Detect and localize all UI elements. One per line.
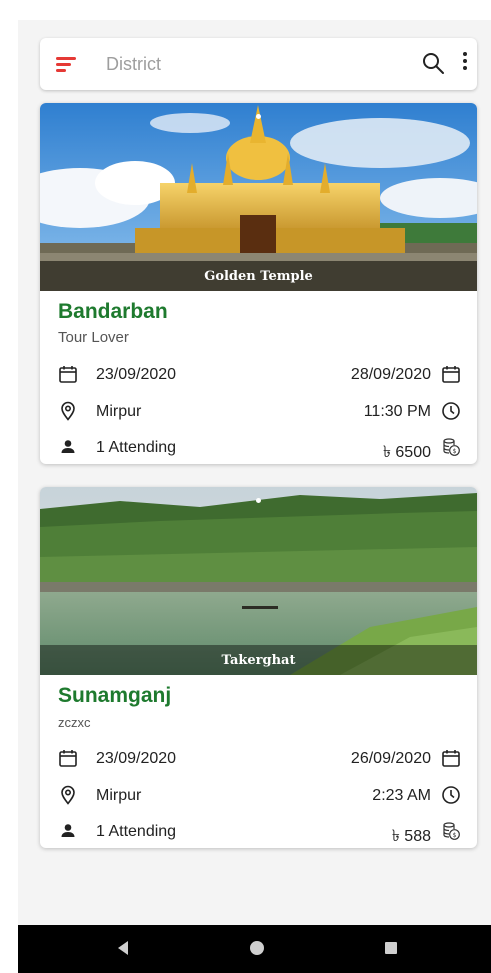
person-icon <box>61 440 75 453</box>
search-input[interactable] <box>106 53 396 75</box>
calendar-icon <box>59 750 77 767</box>
location-text: Mirpur <box>96 403 142 420</box>
clock-icon <box>442 402 460 420</box>
menu-icon[interactable] <box>56 56 78 72</box>
app-screen: Golden Temple Bandarban Tour Lover 23/09… <box>18 20 491 925</box>
price-text: ৳ 588 <box>391 828 431 845</box>
location-row: Mirpur 11:30 PM <box>40 400 477 424</box>
calendar-icon <box>442 366 460 383</box>
more-vert-icon[interactable] <box>461 52 469 76</box>
attending-text: 1 Attending <box>96 823 177 840</box>
location-text: Mirpur <box>96 787 142 804</box>
money-stack-icon: $ <box>443 438 460 456</box>
home-icon[interactable] <box>250 941 264 955</box>
image-caption: Takerghat <box>221 653 296 668</box>
location-pin-icon <box>61 401 75 421</box>
card-title: Sunamganj <box>58 684 172 707</box>
end-date: 28/09/2020 <box>350 366 431 383</box>
carousel-indicator <box>256 498 261 503</box>
svg-text:$: $ <box>453 448 457 455</box>
search-bar <box>40 38 477 90</box>
start-date: 23/09/2020 <box>96 366 177 383</box>
svg-text:$: $ <box>453 832 457 839</box>
end-date: 26/09/2020 <box>350 750 431 767</box>
start-date: 23/09/2020 <box>96 750 177 767</box>
time-text: 11:30 PM <box>363 403 431 420</box>
location-pin-icon <box>61 785 75 805</box>
image-caption: Golden Temple <box>204 269 313 284</box>
system-navigation-bar <box>18 925 491 973</box>
tour-image: Golden Temple <box>40 103 477 291</box>
carousel-indicator <box>256 114 261 119</box>
search-icon[interactable] <box>421 51 445 75</box>
calendar-icon <box>442 750 460 767</box>
date-row: 23/09/2020 26/09/2020 <box>40 747 477 771</box>
money-stack-icon: $ <box>443 822 460 840</box>
location-row: Mirpur 2:23 AM <box>40 784 477 808</box>
tour-card[interactable]: Golden Temple Bandarban Tour Lover 23/09… <box>40 103 477 464</box>
price-text: ৳ 6500 <box>382 444 431 461</box>
time-text: 2:23 AM <box>372 787 431 804</box>
card-title: Bandarban <box>58 300 168 323</box>
date-row: 23/09/2020 28/09/2020 <box>40 363 477 387</box>
tour-image: Takerghat <box>40 487 477 675</box>
attending-text: 1 Attending <box>96 439 177 456</box>
back-icon[interactable] <box>118 941 128 955</box>
clock-icon <box>442 786 460 804</box>
attend-row: 1 Attending ৳ 588 $ <box>40 820 477 845</box>
calendar-icon <box>59 366 77 383</box>
card-subtitle: Tour Lover <box>58 329 129 346</box>
attend-row: 1 Attending ৳ 6500 $ <box>40 436 477 461</box>
card-subtitle: zczxc <box>58 715 91 730</box>
tour-card[interactable]: Takerghat Sunamganj zczxc 23/09/2020 26/… <box>40 487 477 848</box>
recent-apps-icon[interactable] <box>385 942 397 954</box>
person-icon <box>61 824 75 837</box>
